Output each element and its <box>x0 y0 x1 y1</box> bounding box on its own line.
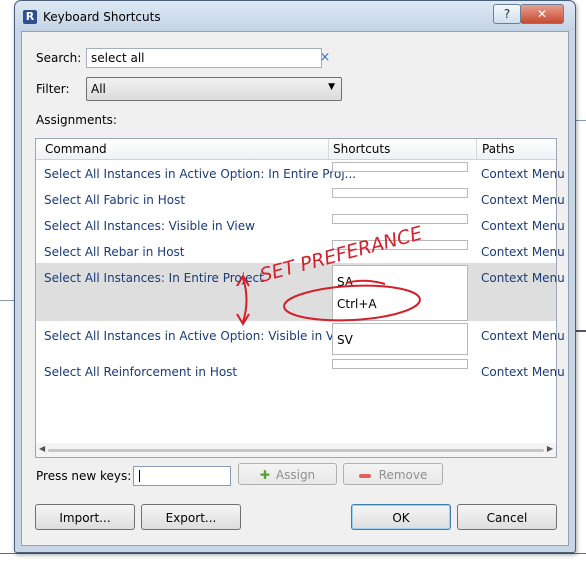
search-input[interactable]: select all <box>86 48 322 68</box>
grid-header: Command Shortcuts Paths <box>36 139 556 160</box>
assignments-grid: Command Shortcuts Paths Select All Insta… <box>35 138 565 458</box>
app-logo-icon: R <box>23 10 37 24</box>
shortcut-key: SV <box>337 333 353 347</box>
close-button[interactable]: ✕ <box>520 4 564 24</box>
shortcuts-cell[interactable] <box>332 162 468 172</box>
table-row-selected[interactable]: Select All Instances: In Entire Project … <box>36 263 565 321</box>
column-divider[interactable] <box>476 139 477 159</box>
chevron-down-icon: ▼ <box>328 82 335 92</box>
shortcuts-cell[interactable] <box>332 240 468 250</box>
path-cell: Context Menu <box>481 167 565 181</box>
command-cell: Select All Rebar in Host <box>44 245 185 259</box>
column-header-command[interactable]: Command <box>45 142 107 156</box>
path-cell: Context Menu <box>481 365 565 379</box>
command-cell: Select All Instances: Visible in View <box>44 219 255 233</box>
table-row[interactable]: Select All Instances: Visible in View Co… <box>36 211 565 237</box>
table-row[interactable]: Select All Reinforcement in Host Context… <box>36 355 565 381</box>
press-keys-label: Press new keys: <box>36 469 132 483</box>
scroll-right-icon[interactable]: ▶ <box>547 444 553 453</box>
background-line <box>576 120 586 121</box>
scroll-left-icon[interactable]: ◀ <box>39 444 45 453</box>
horizontal-scrollbar[interactable]: ◀ ▶ <box>36 443 556 457</box>
table-row[interactable]: Select All Rebar in Host Context Menu <box>36 237 565 263</box>
filter-dropdown[interactable]: All ▼ <box>86 77 342 101</box>
table-row[interactable]: Select All Instances in Active Option: I… <box>36 159 565 185</box>
remove-button[interactable]: Remove <box>343 463 443 485</box>
keyboard-shortcuts-dialog: R Keyboard Shortcuts ? ✕ Search: select … <box>14 0 576 553</box>
filter-label: Filter: <box>36 82 70 96</box>
ok-button[interactable]: OK <box>351 504 451 530</box>
clear-search-icon[interactable]: × <box>316 48 334 68</box>
shortcuts-cell[interactable]: SA Ctrl+A <box>332 265 468 321</box>
command-cell: Select All Instances in Active Option: V… <box>44 329 355 343</box>
path-cell: Context Menu <box>481 329 565 343</box>
text-caret <box>139 470 140 482</box>
assign-label: Assign <box>275 468 316 482</box>
path-cell: Context Menu <box>481 271 565 285</box>
path-cell: Context Menu <box>481 219 565 233</box>
command-cell: Select All Instances in Active Option: I… <box>44 167 357 181</box>
background-line <box>576 330 586 332</box>
dialog-body: Search: select all × Filter: All ▼ Assig… <box>21 31 569 546</box>
title-bar: R Keyboard Shortcuts ? ✕ <box>15 1 575 31</box>
command-cell: Select All Reinforcement in Host <box>44 365 238 379</box>
shortcuts-cell[interactable]: SV <box>332 323 468 355</box>
shortcuts-cell[interactable] <box>332 214 468 224</box>
search-label: Search: <box>36 51 82 65</box>
shortcut-key: Ctrl+A <box>337 297 377 311</box>
plus-icon: ✚ <box>259 468 270 482</box>
remove-label: Remove <box>378 468 428 482</box>
command-cell: Select All Fabric in Host <box>44 193 186 207</box>
background-line <box>0 300 14 301</box>
path-cell: Context Menu <box>481 193 565 207</box>
shortcuts-cell[interactable] <box>332 188 468 198</box>
command-cell: Select All Instances: In Entire Project <box>44 271 264 285</box>
table-row[interactable]: Select All Fabric in Host Context Menu <box>36 185 565 211</box>
press-new-keys-input[interactable] <box>133 466 231 486</box>
cancel-button[interactable]: Cancel <box>457 504 557 530</box>
table-row[interactable]: Select All Instances in Active Option: V… <box>36 321 565 355</box>
filter-value: All <box>91 82 106 96</box>
import-button[interactable]: Import... <box>35 504 135 530</box>
column-divider[interactable] <box>328 139 329 159</box>
help-button[interactable]: ? <box>493 4 521 24</box>
scrollbar-track[interactable] <box>48 449 544 452</box>
export-button[interactable]: Export... <box>141 504 241 530</box>
minus-icon <box>358 473 371 478</box>
path-cell: Context Menu <box>481 245 565 259</box>
shortcut-key: SA <box>337 275 354 289</box>
assign-button[interactable]: ✚ Assign <box>238 463 337 485</box>
column-header-shortcuts[interactable]: Shortcuts <box>333 142 390 156</box>
column-header-paths[interactable]: Paths <box>482 142 515 156</box>
window-title: Keyboard Shortcuts <box>43 10 161 24</box>
shortcuts-cell[interactable] <box>332 359 468 369</box>
assignments-label: Assignments: <box>36 113 117 127</box>
background-line <box>0 553 586 554</box>
